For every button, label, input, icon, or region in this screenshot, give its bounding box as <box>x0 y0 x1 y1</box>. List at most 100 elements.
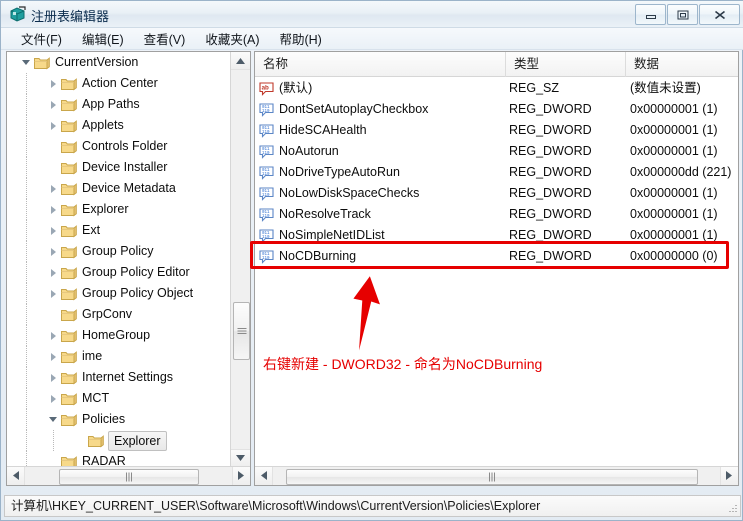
chevron-right-icon[interactable] <box>48 99 59 110</box>
chevron-right-icon[interactable] <box>48 393 59 404</box>
title-bar: 注册表编辑器 <box>1 1 743 28</box>
tree-scroll-thumb[interactable] <box>233 302 250 360</box>
column-header-data[interactable]: 数据 <box>625 52 738 77</box>
column-header-type[interactable]: 类型 <box>505 52 625 77</box>
tree-item-ext[interactable]: Ext <box>7 220 231 241</box>
chevron-right-icon[interactable] <box>48 120 59 131</box>
chevron-right-icon[interactable] <box>48 267 59 278</box>
tree-item-label: Policies <box>82 412 126 426</box>
value-data: 0x000000dd (221) <box>630 165 732 179</box>
registry-value-row[interactable]: 011 110 DontSetAutoplayCheckbox REG_DWORD 0x… <box>255 99 738 120</box>
chevron-right-icon[interactable] <box>48 78 59 89</box>
tree-scroll-right-button[interactable] <box>232 467 250 485</box>
value-data: 0x00000001 (1) <box>630 144 718 158</box>
tree-item-label: App Paths <box>82 97 140 111</box>
registry-value-row[interactable]: 011 110 HideSCAHealth REG_DWORD 0x00000001 (… <box>255 120 738 141</box>
registry-value-row[interactable]: 011 110 NoSimpleNetIDList REG_DWORD 0x000000… <box>255 225 738 246</box>
tree-item-device-metadata[interactable]: Device Metadata <box>7 178 231 199</box>
value-data: 0x00000000 (0) <box>630 249 718 263</box>
registry-value-row[interactable]: 011 110 NoAutorun REG_DWORD 0x00000001 (1) <box>255 141 738 162</box>
tree-item-grpconv[interactable]: GrpConv <box>7 304 231 325</box>
value-type: REG_DWORD <box>509 207 592 221</box>
chevron-right-icon[interactable] <box>48 225 59 236</box>
menu-favorites[interactable]: 收藏夹(A) <box>195 27 269 50</box>
registry-value-row[interactable]: 011 110 NoDriveTypeAutoRun REG_DWORD 0x00000… <box>255 162 738 183</box>
tree-item-group-policy-object[interactable]: Group Policy Object <box>7 283 231 304</box>
menu-edit[interactable]: 编辑(E) <box>72 27 134 50</box>
tree-guide-line <box>26 73 27 94</box>
menu-file[interactable]: 文件(F) <box>11 27 72 50</box>
chevron-down-icon[interactable] <box>48 414 59 425</box>
list-horizontal-scrollbar[interactable] <box>255 466 738 485</box>
registry-tree[interactable]: CurrentVersion Action Center App Paths Appl… <box>7 52 231 467</box>
tree-item-app-paths[interactable]: App Paths <box>7 94 231 115</box>
list-scroll-right-button[interactable] <box>720 467 738 485</box>
tree-hscroll-thumb[interactable] <box>59 469 199 485</box>
tree-scroll-down-button[interactable] <box>231 449 250 467</box>
tree-guide-line <box>26 178 27 199</box>
tree-vertical-scrollbar[interactable] <box>230 52 250 467</box>
registry-value-row[interactable]: 011 110 NoLowDiskSpaceChecks REG_DWORD 0x000… <box>255 183 738 204</box>
minimize-button[interactable] <box>635 4 666 25</box>
tree-item-label: Controls Folder <box>82 139 168 153</box>
tree-item-group-policy-editor[interactable]: Group Policy Editor <box>7 262 231 283</box>
tree-item-label: HomeGroup <box>82 328 151 342</box>
value-type: REG_DWORD <box>509 228 592 242</box>
tree-item-internet-settings[interactable]: Internet Settings <box>7 367 231 388</box>
tree-item-label: Ext <box>82 223 101 237</box>
chevron-right-icon[interactable] <box>48 204 59 215</box>
tree-item-controls-folder[interactable]: Controls Folder <box>7 136 231 157</box>
dword-value-icon: 011 110 <box>259 102 274 117</box>
close-button[interactable] <box>699 4 740 25</box>
chevron-down-icon[interactable] <box>21 57 32 68</box>
registry-values-list[interactable]: ab (默认) REG_SZ (数值未设置) 011 110 DontSetAutoplay… <box>255 78 738 267</box>
folder-icon <box>61 140 77 154</box>
tree-item-radar[interactable]: RADAR <box>7 451 231 467</box>
chevron-right-icon[interactable] <box>48 183 59 194</box>
registry-value-row[interactable]: ab (默认) REG_SZ (数值未设置) <box>255 78 738 99</box>
folder-icon <box>61 77 77 91</box>
maximize-button[interactable] <box>667 4 698 25</box>
tree-item-label: ime <box>82 349 103 363</box>
svg-text:110: 110 <box>262 236 270 240</box>
tree-item-label: Group Policy Editor <box>82 265 190 279</box>
tree-item-device-installer[interactable]: Device Installer <box>7 157 231 178</box>
resize-grip-icon[interactable] <box>726 501 737 512</box>
folder-icon <box>61 266 77 280</box>
value-type: REG_SZ <box>509 81 560 95</box>
chevron-right-icon[interactable] <box>48 288 59 299</box>
tree-item-policies[interactable]: Policies <box>7 409 231 430</box>
tree-item-mct[interactable]: MCT <box>7 388 231 409</box>
value-type: REG_DWORD <box>509 249 592 263</box>
tree-item-explorer[interactable]: Explorer <box>7 430 231 451</box>
tree-scroll-left-button[interactable] <box>7 467 25 485</box>
chevron-right-icon[interactable] <box>48 246 59 257</box>
tree-item-group-policy[interactable]: Group Policy <box>7 241 231 262</box>
folder-icon <box>61 350 77 364</box>
list-hscroll-thumb[interactable] <box>286 469 698 485</box>
list-scroll-left-button[interactable] <box>255 467 273 485</box>
value-name: NoResolveTrack <box>279 207 371 221</box>
tree-item-homegroup[interactable]: HomeGroup <box>7 325 231 346</box>
tree-item-currentversion[interactable]: CurrentVersion <box>7 52 231 73</box>
tree-guide-line <box>26 262 27 283</box>
tree-horizontal-scrollbar[interactable] <box>7 466 250 485</box>
chevron-right-icon[interactable] <box>48 330 59 341</box>
tree-item-ime[interactable]: ime <box>7 346 231 367</box>
tree-guide-line <box>26 367 27 388</box>
tree-item-action-center[interactable]: Action Center <box>7 73 231 94</box>
tree-item-explorer[interactable]: Explorer <box>7 199 231 220</box>
tree-item-applets[interactable]: Applets <box>7 115 231 136</box>
registry-value-row[interactable]: 011 110 NoResolveTrack REG_DWORD 0x00000001 … <box>255 204 738 225</box>
tree-scroll-up-button[interactable] <box>231 52 250 70</box>
column-header-name[interactable]: 名称 <box>255 52 505 77</box>
chevron-right-icon[interactable] <box>48 351 59 362</box>
value-data: 0x00000001 (1) <box>630 186 718 200</box>
registry-value-row[interactable]: 011 110 NoCDBurning REG_DWORD 0x00000000 (0) <box>255 246 738 267</box>
menu-view[interactable]: 查看(V) <box>134 27 196 50</box>
tree-guide-line <box>26 199 27 220</box>
chevron-right-icon[interactable] <box>48 372 59 383</box>
dword-value-icon: 011 110 <box>259 249 274 264</box>
menu-help[interactable]: 帮助(H) <box>269 27 331 50</box>
